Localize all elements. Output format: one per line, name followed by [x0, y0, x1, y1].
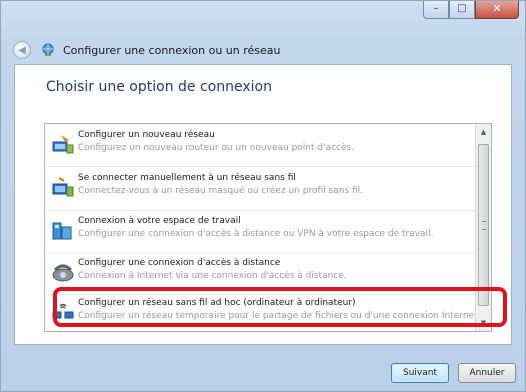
- option-title: Se connecter manuellement à un réseau sa…: [78, 173, 296, 183]
- option-description: Connectez-vous à un réseau masqué ou cré…: [78, 186, 364, 196]
- back-arrow-icon: ◀: [18, 44, 26, 56]
- close-icon: ✕: [492, 2, 502, 15]
- caption-buttons: – □ ✕: [423, 1, 519, 19]
- network-setup-icon: [52, 135, 74, 154]
- page-heading: Choisir une option de connexion: [46, 79, 272, 95]
- option-title: Connexion à votre espace de travail: [78, 216, 241, 226]
- close-button[interactable]: ✕: [475, 1, 519, 19]
- minimize-icon: –: [433, 3, 439, 14]
- scroll-up-icon[interactable]: ▲: [476, 124, 491, 140]
- highlight-annotation: [53, 287, 507, 327]
- dialup-phone-icon: [52, 264, 74, 282]
- option-workplace[interactable]: Connexion à votre espace de travail Conf…: [45, 212, 475, 252]
- wireless-connect-icon: [52, 177, 74, 197]
- option-description: Connexion à Internet via une connexion d…: [78, 271, 347, 281]
- maximize-button[interactable]: □: [449, 1, 475, 19]
- option-manual-wireless[interactable]: Se connecter manuellement à un réseau sa…: [45, 169, 475, 209]
- separator: [45, 166, 475, 167]
- title-bar: ◀ Configurer une connexion ou un réseau: [13, 39, 281, 61]
- separator: [45, 252, 475, 253]
- window-title: Configurer une connexion ou un réseau: [63, 43, 281, 57]
- option-title: Configurer une connexion d'accès à dista…: [78, 258, 281, 268]
- option-description: Configurez un nouveau routeur ou un nouv…: [78, 143, 355, 153]
- separator: [45, 210, 475, 211]
- network-globe-icon: [42, 43, 54, 56]
- minimize-button[interactable]: –: [423, 1, 449, 19]
- back-button[interactable]: ◀: [13, 41, 31, 59]
- scrollbar-thumb[interactable]: [478, 144, 489, 306]
- maximize-icon: □: [457, 3, 467, 14]
- cancel-button[interactable]: Annuler: [458, 363, 516, 383]
- workplace-icon: [52, 222, 72, 240]
- option-description: Configurer une connexion d'accès à dista…: [78, 229, 434, 239]
- option-new-network[interactable]: Configurer un nouveau réseau Configurez …: [45, 126, 475, 166]
- option-title: Configurer un nouveau réseau: [78, 130, 215, 140]
- next-button[interactable]: Suivant: [391, 363, 449, 383]
- scrollbar-grip: [482, 221, 486, 230]
